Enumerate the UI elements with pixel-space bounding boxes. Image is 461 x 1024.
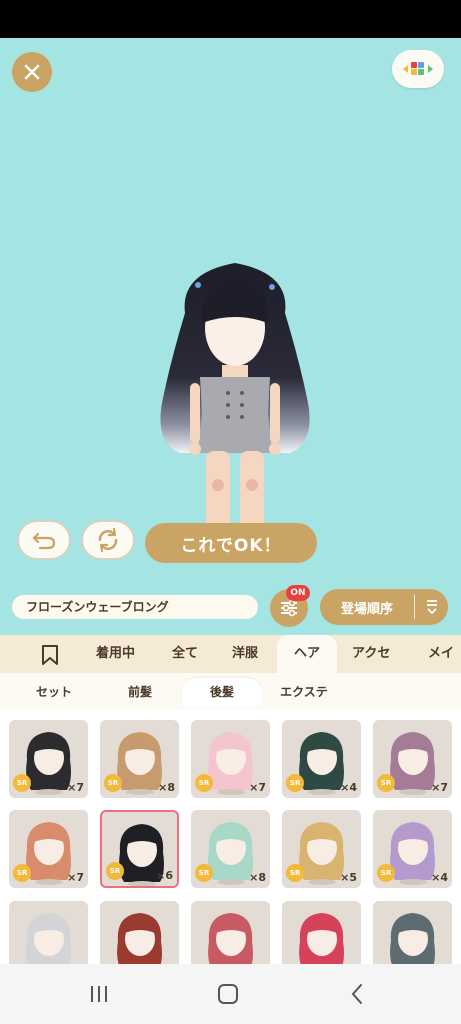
sort-divider [414, 595, 415, 619]
owned-count: ×7 [249, 781, 266, 794]
owned-count: ×4 [340, 781, 357, 794]
hair-item[interactable]: SR ×4 [282, 720, 361, 798]
home-button[interactable] [213, 981, 243, 1007]
undo-icon [32, 532, 56, 550]
rarity-badge: SR [104, 774, 122, 792]
rarity-badge: SR [195, 774, 213, 792]
hair-subtabs: セット 前髪 後髪 エクステ [0, 673, 461, 709]
tab-makeup[interactable]: メイク [428, 635, 461, 699]
rarity-badge: SR [195, 864, 213, 882]
app-root: これでOK！ フローズンウェーブロング ON 登場順序 着用中 全て 洋服 ヘア… [0, 0, 461, 1024]
hair-preview [26, 913, 71, 964]
hair-item[interactable]: SR ×7 [9, 810, 88, 888]
status-bar [0, 0, 461, 38]
subtab-front[interactable]: 前髪 [112, 678, 168, 706]
close-button[interactable] [12, 52, 52, 92]
hair-item[interactable]: SR ×4 [373, 810, 452, 888]
subtab-extension[interactable]: エクステ [272, 678, 336, 706]
hair-item[interactable]: SR ×7 [373, 720, 452, 798]
owned-count: ×8 [158, 781, 175, 794]
hair-item[interactable]: SR ×7 [9, 720, 88, 798]
item-name-label: フローズンウェーブロング [12, 595, 258, 619]
undo-button[interactable] [17, 520, 71, 560]
rarity-badge: SR [13, 864, 31, 882]
tab-hair[interactable]: ヘア [277, 635, 337, 673]
category-tabs: 着用中 全て 洋服 ヘア アクセ メイク [0, 635, 461, 699]
hair-item[interactable]: SR ×5 [282, 810, 361, 888]
rarity-badge: SR [106, 862, 124, 880]
close-icon [24, 64, 40, 80]
owned-count: ×7 [431, 781, 448, 794]
recent-apps-button[interactable] [84, 981, 114, 1007]
owned-count: ×5 [340, 871, 357, 884]
hair-item[interactable] [191, 901, 270, 964]
confirm-ok-button[interactable]: これでOK！ [145, 523, 317, 563]
rarity-badge: SR [286, 864, 304, 882]
subtab-set[interactable]: セット [26, 678, 82, 706]
avatar-figure [160, 263, 310, 551]
tab-wearing[interactable]: 着用中 [96, 635, 135, 673]
tab-accessories[interactable]: アクセ [352, 635, 390, 673]
palette-button[interactable] [392, 50, 444, 88]
hair-item[interactable]: SR ×8 [191, 810, 270, 888]
home-icon [218, 984, 238, 1004]
sort-button[interactable]: 登場順序 [320, 589, 448, 625]
rarity-badge: SR [286, 774, 304, 792]
bookmark-tab[interactable] [40, 644, 60, 670]
reset-button[interactable] [81, 520, 135, 560]
palette-icon [403, 62, 433, 75]
owned-count: ×4 [431, 871, 448, 884]
hair-item[interactable] [373, 901, 452, 964]
back-button[interactable] [342, 981, 372, 1007]
sort-order-icon[interactable] [415, 598, 448, 616]
hair-item[interactable]: SR ×6 [100, 810, 179, 888]
rarity-badge: SR [377, 864, 395, 882]
hair-item[interactable] [100, 901, 179, 964]
tab-all[interactable]: 全て [172, 635, 198, 673]
rarity-badge: SR [377, 774, 395, 792]
subtab-back[interactable]: 後髪 [182, 678, 262, 706]
hair-preview [117, 913, 162, 964]
hair-item[interactable]: SR ×7 [191, 720, 270, 798]
hair-preview [390, 913, 435, 964]
sliders-icon [281, 599, 297, 617]
avatar-stage: これでOK！ [0, 38, 461, 579]
recent-apps-icon [91, 986, 107, 1002]
tab-clothes[interactable]: 洋服 [232, 635, 258, 673]
hair-preview [299, 913, 344, 964]
filter-on-badge: ON [286, 585, 310, 601]
hair-preview [208, 913, 253, 964]
rarity-badge: SR [13, 774, 31, 792]
hair-item[interactable] [282, 901, 361, 964]
bookmark-icon [42, 645, 58, 665]
item-grid: SR ×7 SR ×8 SR ×7 SR ×4 SR ×7 SR ×7 SR ×6 SR ×8 SR ×5 SR ×4 [0, 709, 461, 964]
owned-count: ×6 [156, 869, 173, 882]
item-controls: フローズンウェーブロング ON 登場順序 [0, 579, 461, 635]
hair-item[interactable]: SR ×8 [100, 720, 179, 798]
hair-item[interactable] [9, 901, 88, 964]
system-nav-bar [0, 964, 461, 1024]
owned-count: ×7 [67, 781, 84, 794]
refresh-icon [98, 527, 118, 553]
back-icon [351, 984, 362, 1004]
sort-label: 登場順序 [340, 601, 393, 617]
owned-count: ×7 [67, 871, 84, 884]
owned-count: ×8 [249, 871, 266, 884]
